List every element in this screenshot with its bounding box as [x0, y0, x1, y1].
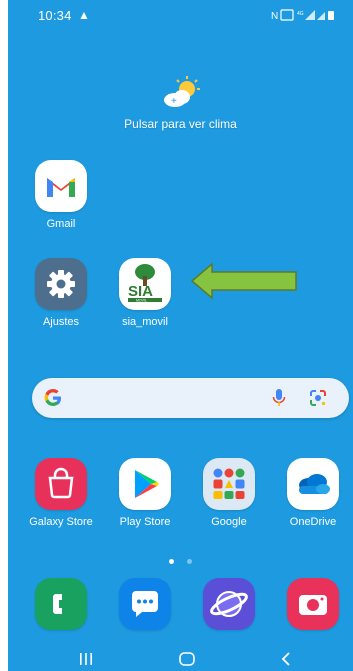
app-onedrive[interactable]: OneDrive [278, 458, 348, 528]
dock-internet[interactable] [194, 578, 264, 636]
play-store-icon [119, 458, 171, 510]
app-sia-movil[interactable]: SIA MOVIL sia_movil [110, 258, 180, 328]
app-gmail[interactable]: Gmail [26, 160, 96, 230]
mic-icon[interactable] [272, 388, 286, 408]
play-store-label: Play Store [119, 516, 171, 528]
svg-text:+: + [171, 96, 177, 107]
back-button[interactable] [280, 651, 292, 667]
svg-text:N: N [271, 11, 278, 21]
onedrive-icon [287, 458, 339, 510]
phone-icon [35, 578, 87, 630]
dock-messages[interactable] [110, 578, 180, 636]
onedrive-label: OneDrive [289, 516, 337, 528]
status-time: 10:34 [38, 8, 72, 23]
sun-cloud-icon: + [159, 75, 203, 111]
folder-google[interactable]: Google [194, 458, 264, 528]
app-galaxy-store[interactable]: Galaxy Store [26, 458, 96, 528]
sia-movil-icon: SIA MOVIL [119, 258, 171, 310]
galaxy-store-label: Galaxy Store [29, 516, 93, 528]
google-folder-icon [203, 458, 255, 510]
svg-text:SIA: SIA [128, 283, 153, 300]
app-ajustes[interactable]: Ajustes [26, 258, 96, 328]
annotation-arrow-icon [190, 262, 297, 300]
home-screen: 10:34 ▲ N 4G + Pulsar para ver clima Gma… [8, 0, 353, 671]
page-dot-active [169, 559, 175, 564]
page-indicator [8, 551, 353, 569]
system-status-icons: N 4G [271, 9, 334, 22]
navigation-bar [8, 640, 353, 671]
svg-text:4G: 4G [297, 11, 304, 17]
google-search-bar[interactable] [32, 378, 349, 418]
dock-camera[interactable] [278, 578, 348, 636]
messages-icon [119, 578, 171, 630]
svg-text:MOVIL: MOVIL [136, 299, 147, 303]
ajustes-label: Ajustes [42, 316, 80, 328]
lens-icon[interactable] [308, 388, 328, 408]
gmail-label: Gmail [46, 218, 76, 230]
recents-button[interactable] [78, 652, 94, 666]
warning-icon: ▲ [78, 8, 90, 22]
dock-phone[interactable] [26, 578, 96, 636]
status-icons: N 4G [271, 9, 337, 24]
weather-label: Pulsar para ver clima [124, 117, 237, 131]
gear-icon [35, 258, 87, 310]
sia-movil-label: sia_movil [122, 316, 168, 328]
camera-icon [287, 578, 339, 630]
app-play-store[interactable]: Play Store [110, 458, 180, 528]
status-bar: 10:34 ▲ N 4G [8, 0, 353, 30]
google-folder-label: Google [211, 516, 247, 528]
page-dot[interactable] [186, 559, 192, 564]
galaxy-store-icon [35, 458, 87, 510]
gmail-icon [35, 160, 87, 212]
weather-widget[interactable]: + Pulsar para ver clima [8, 75, 353, 131]
home-button[interactable] [178, 651, 196, 667]
google-g-icon [44, 389, 61, 406]
internet-icon [203, 578, 255, 630]
